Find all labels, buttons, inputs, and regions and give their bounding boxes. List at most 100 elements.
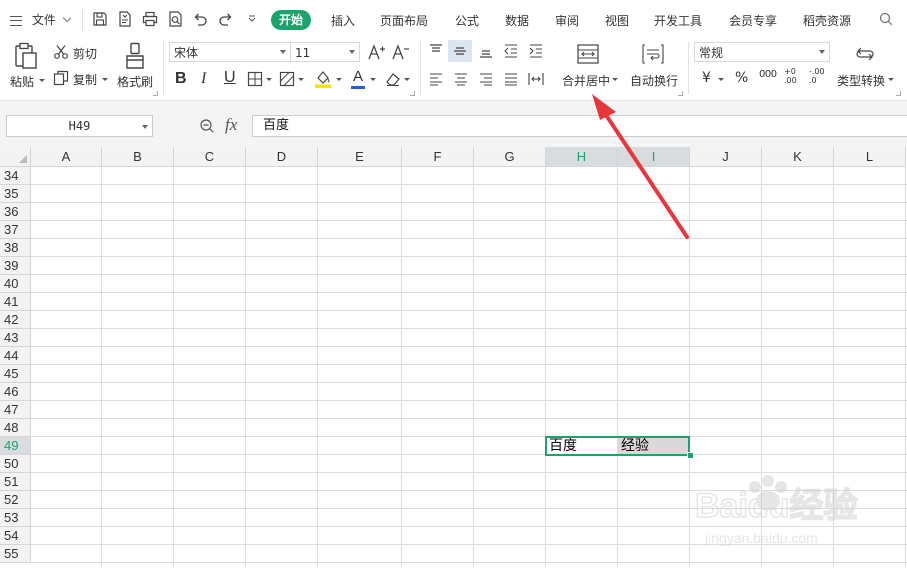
column-header-l[interactable]: L: [834, 147, 906, 167]
copy-dropdown-icon[interactable]: [102, 78, 108, 81]
align-center-icon[interactable]: [453, 72, 469, 86]
row-header-52[interactable]: 52: [0, 491, 31, 509]
export-pdf-icon[interactable]: [117, 11, 133, 27]
column-header-k[interactable]: K: [762, 147, 834, 167]
cell-h49[interactable]: 百度: [546, 437, 618, 455]
align-middle-icon[interactable]: [448, 40, 472, 62]
search-icon[interactable]: [878, 11, 894, 27]
column-header-g[interactable]: G: [474, 147, 546, 167]
merge-center-button[interactable]: 合并居中: [562, 72, 610, 89]
cut-button[interactable]: 剪切: [73, 45, 97, 62]
underline-button[interactable]: U: [224, 69, 236, 87]
number-format-select[interactable]: 常规: [694, 42, 830, 62]
bold-button[interactable]: B: [175, 70, 187, 88]
column-header-b[interactable]: B: [102, 147, 174, 167]
row-header-47[interactable]: 47: [0, 401, 31, 419]
tab-home[interactable]: 开始: [271, 10, 312, 30]
column-header-j[interactable]: J: [690, 147, 762, 167]
row-header-35[interactable]: 35: [0, 185, 31, 203]
paste-button[interactable]: 粘贴: [10, 73, 34, 90]
copy-button[interactable]: 复制: [73, 71, 97, 88]
alignment-group-launcher[interactable]: [678, 91, 683, 96]
eraser-icon[interactable]: [385, 71, 401, 87]
format-painter-icon[interactable]: [124, 42, 146, 70]
font-group-launcher[interactable]: [410, 91, 415, 96]
decrease-font-icon[interactable]: [392, 44, 410, 60]
decrease-indent-icon[interactable]: [503, 44, 519, 58]
column-header-h[interactable]: H: [546, 147, 618, 167]
fill-pattern-icon[interactable]: [279, 71, 295, 87]
borders-icon[interactable]: [247, 71, 263, 87]
column-header-d[interactable]: D: [246, 147, 318, 167]
row-header-34[interactable]: 34: [0, 167, 31, 185]
align-left-icon[interactable]: [428, 72, 444, 86]
column-header-a[interactable]: A: [31, 147, 102, 167]
column-header-f[interactable]: F: [402, 147, 474, 167]
tab-docer[interactable]: 稻壳资源: [803, 12, 851, 30]
row-header-55[interactable]: 55: [0, 545, 31, 563]
percent-button[interactable]: %: [735, 70, 748, 86]
font-color-dropdown-icon[interactable]: [370, 78, 376, 81]
column-header-i[interactable]: I: [618, 147, 690, 167]
fill-color-dropdown-icon[interactable]: [336, 78, 342, 81]
row-header-40[interactable]: 40: [0, 275, 31, 293]
name-box[interactable]: H49: [6, 115, 153, 137]
fill-pattern-dropdown-icon[interactable]: [298, 78, 304, 81]
align-top-icon[interactable]: [428, 44, 444, 58]
print-icon[interactable]: [142, 11, 158, 27]
increase-decimal-button[interactable]: +0 .00: [784, 67, 802, 85]
align-bottom-icon[interactable]: [478, 44, 494, 58]
row-header-44[interactable]: 44: [0, 347, 31, 365]
tab-review[interactable]: 审阅: [555, 12, 579, 30]
fill-color-icon[interactable]: [314, 69, 332, 89]
clipboard-group-launcher[interactable]: [153, 91, 158, 96]
merge-center-icon[interactable]: [577, 44, 599, 64]
tab-insert[interactable]: 插入: [331, 12, 355, 30]
justify-icon[interactable]: [503, 72, 519, 86]
tab-view[interactable]: 视图: [605, 12, 629, 30]
row-header-43[interactable]: 43: [0, 329, 31, 347]
column-header-e[interactable]: E: [318, 147, 402, 167]
number-group-launcher[interactable]: [896, 91, 901, 96]
font-name-select[interactable]: 宋体: [169, 42, 291, 62]
paste-dropdown-icon[interactable]: [39, 79, 45, 82]
zoom-formula-icon[interactable]: [199, 118, 215, 137]
borders-dropdown-icon[interactable]: [266, 78, 272, 81]
print-preview-icon[interactable]: [167, 11, 183, 27]
thousands-separator-button[interactable]: 000: [759, 69, 777, 80]
save-icon[interactable]: [92, 11, 108, 27]
row-header-39[interactable]: 39: [0, 257, 31, 275]
row-header-50[interactable]: 50: [0, 455, 31, 473]
row-header-41[interactable]: 41: [0, 293, 31, 311]
formula-input[interactable]: 百度: [252, 115, 907, 137]
font-size-select[interactable]: 11: [290, 42, 360, 62]
tab-formulas[interactable]: 公式: [455, 12, 479, 30]
increase-indent-icon[interactable]: [528, 44, 544, 58]
insert-function-button[interactable]: fx: [225, 115, 237, 135]
increase-font-icon[interactable]: [368, 44, 386, 60]
merge-center-dropdown-icon[interactable]: [612, 78, 618, 81]
row-header-38[interactable]: 38: [0, 239, 31, 257]
column-header-c[interactable]: C: [174, 147, 246, 167]
type-convert-button[interactable]: 类型转换: [837, 72, 885, 89]
row-header-36[interactable]: 36: [0, 203, 31, 221]
row-header-37[interactable]: 37: [0, 221, 31, 239]
format-painter-button[interactable]: 格式刷: [117, 73, 153, 90]
row-header-51[interactable]: 51: [0, 473, 31, 491]
currency-dropdown-icon[interactable]: [718, 78, 724, 81]
align-right-icon[interactable]: [478, 72, 494, 86]
type-convert-dropdown-icon[interactable]: [888, 78, 894, 81]
tab-developer[interactable]: 开发工具: [654, 12, 702, 30]
eraser-dropdown-icon[interactable]: [404, 78, 410, 81]
wrap-text-icon[interactable]: [642, 44, 664, 64]
row-header-53[interactable]: 53: [0, 509, 31, 527]
distributed-align-icon[interactable]: [528, 72, 544, 86]
tab-member[interactable]: 会员专享: [729, 12, 777, 30]
currency-button[interactable]: ¥: [702, 70, 711, 86]
row-header-49[interactable]: 49: [0, 437, 31, 455]
customize-toolbar-icon[interactable]: [244, 11, 260, 27]
tab-data[interactable]: 数据: [505, 12, 529, 30]
fill-handle[interactable]: [687, 452, 694, 459]
select-all-corner[interactable]: [0, 147, 31, 167]
wrap-text-button[interactable]: 自动换行: [630, 72, 678, 89]
